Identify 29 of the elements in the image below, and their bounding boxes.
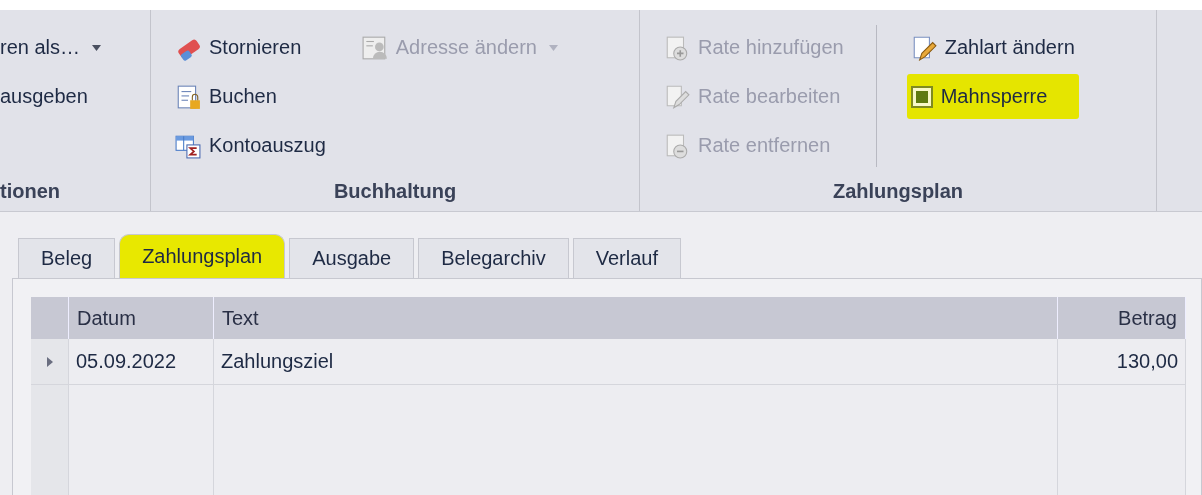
document-pencil-icon <box>664 83 690 110</box>
document-plus-icon <box>664 34 690 61</box>
ribbon-button[interactable]: Zahlart ändern <box>906 25 1079 70</box>
tab[interactable]: Beleg <box>18 238 116 278</box>
ribbon-button[interactable]: Kontoauszug <box>171 123 330 168</box>
tab[interactable]: Ausgabe <box>289 238 415 278</box>
row-indicator-header <box>31 297 69 339</box>
table-cell: Zahlungsziel <box>214 339 1058 385</box>
group-label: Zahlungsplan <box>833 179 963 203</box>
ribbon-button[interactable]: ausgeben <box>0 74 106 119</box>
tab[interactable]: Verlauf <box>572 238 681 278</box>
column-header[interactable]: Datum <box>69 297 214 339</box>
ribbon-button[interactable]: Buchen <box>171 74 330 119</box>
column-header[interactable]: Text <box>214 297 1058 339</box>
document-minus-icon <box>664 132 690 159</box>
tab[interactable]: Zahlungsplan <box>119 234 286 278</box>
tab[interactable]: Belegarchiv <box>418 238 569 278</box>
ribbon-button[interactable]: Mahnsperre <box>906 74 1079 119</box>
table-cell: 130,00 <box>1058 339 1186 385</box>
group-label: tionen <box>0 179 60 203</box>
document-lock-icon <box>175 83 201 110</box>
contact-card-icon <box>361 34 388 61</box>
column-header[interactable]: Betrag <box>1058 297 1186 339</box>
ribbon-button[interactable]: ren als… <box>0 25 106 70</box>
row-indicator-cell[interactable] <box>31 339 69 385</box>
ribbon-button[interactable]: Stornieren <box>171 25 330 70</box>
group-label: Buchhaltung <box>333 179 457 203</box>
checkbox[interactable] <box>910 85 933 108</box>
table-cell: 05.09.2022 <box>69 339 214 385</box>
